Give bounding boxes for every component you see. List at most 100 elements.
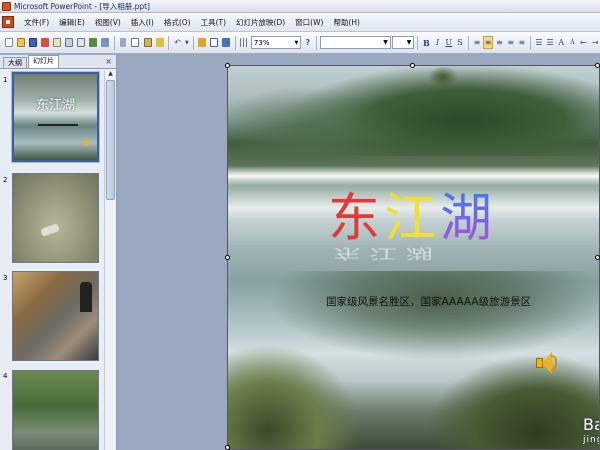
undo-dropdown-icon[interactable]: ▼ [184, 36, 190, 49]
title-char: 江 [384, 189, 441, 249]
menu-format[interactable]: 格式(O) [159, 17, 196, 28]
help-icon[interactable]: ? [302, 36, 313, 49]
tree-shape [429, 356, 599, 449]
menu-file[interactable]: 文件(F) [19, 17, 54, 28]
paste-icon[interactable] [142, 36, 153, 49]
slide-title[interactable]: 东江湖 [328, 176, 496, 251]
slide-number: 4 [3, 372, 8, 380]
open-icon[interactable] [15, 36, 26, 49]
powerpoint-window: Microsoft PowerPoint - [导入相册.ppt] 文件(F) … [0, 0, 600, 450]
numbering-icon[interactable]: ☰ [534, 38, 544, 47]
thumbnail-subtitle-line [38, 124, 78, 126]
italic-button[interactable]: I [433, 38, 443, 47]
tables-borders-icon[interactable] [221, 36, 232, 49]
menu-tools[interactable]: 工具(T) [196, 17, 231, 28]
thumbnail-image [80, 282, 92, 312]
shadow-button[interactable]: S [455, 38, 465, 47]
justify-icon[interactable]: ≡ [506, 38, 516, 47]
bold-button[interactable]: B [421, 38, 431, 48]
slide-thumbnail-4[interactable] [12, 370, 99, 450]
resize-handle[interactable] [225, 63, 230, 68]
cut-icon[interactable] [118, 36, 129, 49]
align-left-icon[interactable]: ≡ [472, 38, 482, 47]
scrollbar-thumb[interactable] [106, 80, 115, 200]
menu-bar: 文件(F) 编辑(E) 视图(V) 插入(I) 格式(O) 工具(T) 幻灯片放… [0, 13, 600, 32]
resize-handle[interactable] [410, 63, 415, 68]
resize-handle[interactable] [225, 255, 230, 260]
tree-branch-shape [428, 66, 458, 88]
permission-icon[interactable] [39, 36, 50, 49]
distributed-icon[interactable]: ≡ [517, 38, 527, 47]
window-title: Microsoft PowerPoint - [导入相册.ppt] [14, 1, 150, 11]
font-size-dropdown[interactable]: ▼ [391, 36, 415, 49]
watermark-url: jingyan.baidu.com [583, 435, 599, 445]
grid-icon[interactable] [239, 36, 250, 49]
increase-font-icon[interactable]: A [556, 38, 566, 47]
align-center-icon[interactable]: ≡ [483, 36, 494, 49]
chevron-down-icon: ▼ [383, 39, 388, 46]
copy-icon[interactable] [130, 36, 141, 49]
menu-window[interactable]: 窗口(W) [290, 17, 328, 28]
baidu-jingyan-watermark: Baidu 经验 jingyan.baidu.com [583, 411, 599, 445]
slide-number: 1 [3, 76, 8, 84]
undo-icon[interactable]: ↶ [172, 36, 183, 49]
current-slide[interactable]: 东江湖 东江湖 国家级风景名胜区，国家AAAAA级旅游景区 Baidu 经验 j… [227, 65, 600, 450]
resize-handle[interactable] [225, 445, 230, 450]
close-pane-icon[interactable]: × [105, 57, 112, 66]
pane-tabs: 大纲 幻灯片 × [0, 55, 116, 69]
slides-pane: 大纲 幻灯片 × 1 东江湖 2 3 4 ▲ [0, 55, 117, 450]
print-preview-icon[interactable] [76, 36, 87, 49]
decrease-indent-icon[interactable]: ⇤ [579, 38, 589, 47]
menu-slideshow[interactable]: 幻灯片放映(D) [231, 17, 290, 28]
zoom-dropdown[interactable]: 73% ▼ [250, 36, 302, 49]
underline-button[interactable]: U [444, 38, 454, 47]
pane-scrollbar[interactable]: ▲ [104, 70, 116, 450]
powerpoint-icon [2, 1, 11, 11]
menu-edit[interactable]: 编辑(E) [54, 17, 90, 28]
slide-number: 2 [3, 176, 8, 184]
resize-handle[interactable] [595, 63, 600, 68]
standard-toolbar: ↶ ▼ 73% ▼ ? ▼ ▼ B I U S ≡ ≡ ≡ ≡ ≡ ☰ ☰ A … [0, 32, 600, 54]
spelling-icon[interactable] [88, 36, 99, 49]
resize-handle[interactable] [595, 255, 600, 260]
bullets-icon[interactable]: ☰ [545, 38, 555, 47]
align-right-icon[interactable]: ≡ [494, 38, 504, 47]
tab-slides[interactable]: 幻灯片 [28, 55, 59, 68]
document-icon[interactable] [2, 16, 14, 28]
watermark-brand-a: Bai [583, 415, 599, 434]
slide-number: 3 [3, 274, 8, 282]
save-icon[interactable] [27, 36, 38, 49]
thumbnail-title: 东江湖 [36, 98, 76, 113]
speaker-icon [83, 140, 89, 146]
tab-outline[interactable]: 大纲 [3, 57, 27, 68]
slide-thumbnail-2[interactable] [12, 173, 99, 263]
chevron-down-icon: ▼ [294, 39, 299, 46]
thumbnail-image [40, 223, 60, 237]
scroll-up-icon[interactable]: ▲ [106, 70, 115, 79]
format-painter-icon[interactable] [154, 36, 165, 49]
new-icon[interactable] [3, 36, 14, 49]
slide-thumbnail-1[interactable]: 东江湖 [12, 72, 99, 162]
font-dropdown[interactable]: ▼ [320, 36, 391, 49]
insert-table-icon[interactable] [209, 36, 220, 49]
menu-insert[interactable]: 插入(I) [126, 17, 159, 28]
research-icon[interactable] [100, 36, 111, 49]
title-bar: Microsoft PowerPoint - [导入相册.ppt] [0, 0, 600, 13]
slide-subtitle[interactable]: 国家级风景名胜区，国家AAAAA级旅游景区 [326, 294, 531, 309]
menu-help[interactable]: 帮助(H) [328, 17, 365, 28]
insert-chart-icon[interactable] [197, 36, 208, 49]
zoom-value: 73% [253, 38, 270, 47]
title-char: 东 [328, 189, 385, 249]
tree-shape [228, 346, 358, 449]
decrease-font-icon[interactable]: A [567, 39, 577, 46]
mountain-shape [228, 86, 408, 166]
chevron-down-icon: ▼ [406, 39, 412, 46]
print-icon[interactable] [63, 36, 74, 49]
menu-view[interactable]: 视图(V) [90, 17, 126, 28]
email-icon[interactable] [51, 36, 62, 49]
slide-thumbnails: 1 东江湖 2 3 4 [0, 70, 104, 450]
slide-thumbnail-3[interactable] [12, 271, 99, 361]
slide-editing-area: 东江湖 东江湖 国家级风景名胜区，国家AAAAA级旅游景区 Baidu 经验 j… [117, 55, 600, 450]
increase-indent-icon[interactable]: ⇥ [590, 38, 600, 47]
speaker-icon[interactable] [534, 351, 557, 377]
